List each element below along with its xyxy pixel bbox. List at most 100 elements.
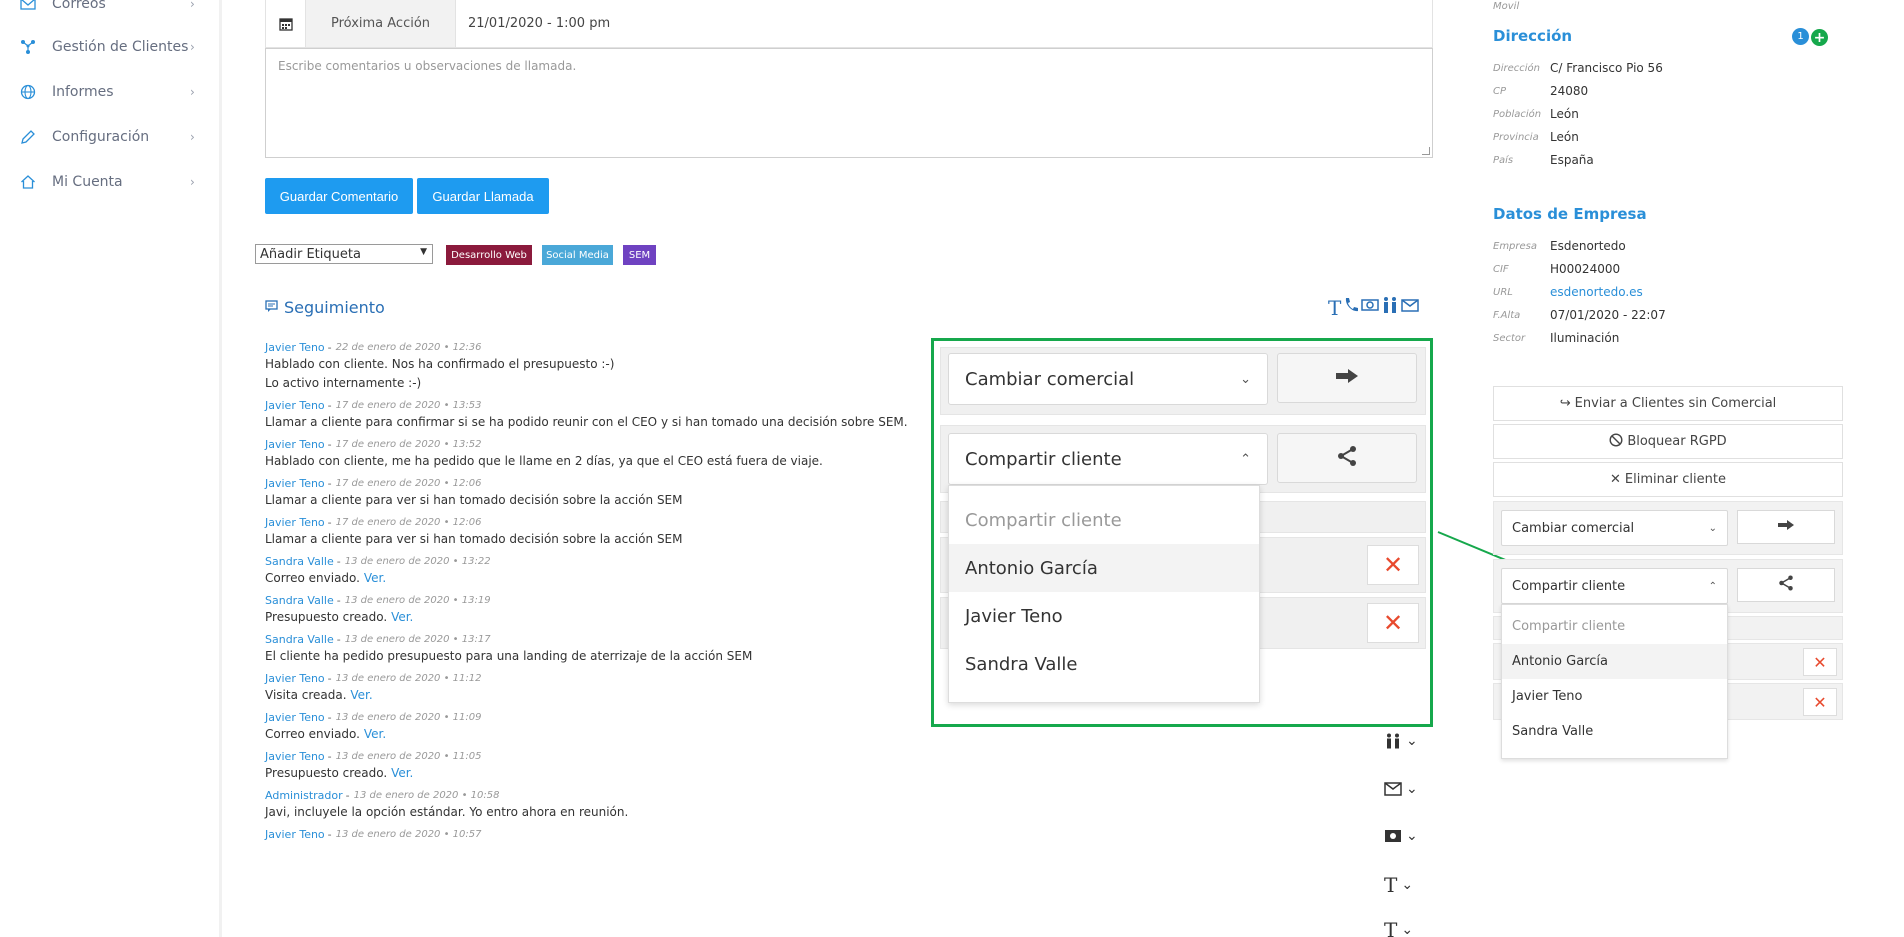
tag-social-media[interactable]: Social Media — [542, 245, 613, 265]
calendar-icon[interactable] — [266, 0, 306, 47]
entry-author[interactable]: Sandra Valle — [265, 594, 334, 607]
entry-author[interactable]: Javier Teno — [265, 711, 325, 724]
entry-visit-icon[interactable]: ⌄ — [1384, 733, 1418, 749]
entry-text-line: Hablado con cliente. Nos ha confirmado e… — [265, 357, 615, 371]
remove-shared-button[interactable]: ✕ — [1367, 603, 1419, 643]
remove-shared-button[interactable]: ✕ — [1803, 648, 1837, 676]
sidebar-item-label: Mi Cuenta — [52, 174, 123, 190]
resize-handle[interactable] — [1422, 147, 1430, 155]
remove-shared-button[interactable]: ✕ — [1803, 688, 1837, 716]
company-row: Empresa Esdenortedo — [1493, 237, 1626, 255]
people-icon[interactable] — [1381, 296, 1399, 320]
money-icon[interactable] — [1361, 296, 1380, 320]
add-tag-select-value: Añadir Etiqueta — [260, 246, 361, 262]
save-comment-button[interactable]: Guardar Comentario — [265, 178, 413, 214]
dropdown-option[interactable]: Antonio García — [949, 544, 1259, 592]
entry-author[interactable]: Sandra Valle — [265, 555, 334, 568]
block-rgpd-button[interactable]: Bloquear RGPD — [1493, 424, 1843, 459]
dropdown-option[interactable]: Compartir cliente — [949, 496, 1259, 544]
entry-author[interactable]: Javier Teno — [265, 477, 325, 490]
dropdown-option[interactable]: Sandra Valle — [1502, 714, 1727, 749]
share-client-select-value: Compartir cliente — [965, 448, 1122, 470]
entry-author[interactable]: Sandra Valle — [265, 633, 334, 646]
entry-author[interactable]: Javier Teno — [265, 750, 325, 763]
company-row: CIF H00024000 — [1493, 260, 1620, 278]
chevron-right-icon: › — [190, 0, 195, 11]
comment-textarea[interactable]: Escribe comentarios u observaciones de l… — [265, 48, 1433, 158]
entry-date: 13 de enero de 2020 • 10:58 — [353, 789, 500, 801]
share-client-submit-button[interactable] — [1737, 568, 1835, 602]
change-sales-select[interactable]: Cambiar comercial ⌄ — [1501, 510, 1728, 546]
entry-author[interactable]: Javier Teno — [265, 828, 325, 841]
entry-view-link[interactable]: Ver. — [391, 766, 413, 780]
entry-view-link[interactable]: Ver. — [364, 571, 386, 585]
entry-text-line: Presupuesto creado. — [265, 766, 388, 780]
share-client-select-value: Compartir cliente — [1512, 578, 1626, 594]
company-field-value[interactable]: esdenortedo.es — [1550, 285, 1643, 299]
sidebar-item-correos[interactable]: Correos › — [20, 0, 200, 16]
entry-author[interactable]: Javier Teno — [265, 341, 325, 354]
next-action-value[interactable]: 21/01/2020 - 1:00 pm — [456, 0, 1432, 47]
dropdown-option[interactable]: Compartir cliente — [1502, 609, 1727, 644]
entry-text-icon[interactable]: T ⌄ — [1384, 918, 1413, 937]
address-row: CP 24080 — [1493, 82, 1588, 100]
address-count-badge[interactable]: 1 — [1792, 28, 1809, 45]
mail-icon[interactable] — [1401, 296, 1420, 320]
share-client-submit-button[interactable] — [1277, 433, 1417, 483]
direccion-title: Dirección — [1493, 27, 1573, 45]
add-tag-select[interactable]: Añadir Etiqueta ▼ — [255, 244, 433, 264]
entry-mail-icon[interactable]: ⌄ — [1384, 781, 1418, 797]
entry-author[interactable]: Administrador — [265, 789, 343, 802]
change-sales-submit-button[interactable] — [1277, 353, 1417, 403]
sidebar-item-gestion-clientes[interactable]: Gestión de Clientes › — [20, 35, 200, 59]
entry-author[interactable]: Javier Teno — [265, 672, 325, 685]
share-client-select[interactable]: Compartir cliente ⌃ — [948, 433, 1268, 485]
entry-separator: - — [327, 340, 332, 354]
change-sales-select-value: Cambiar comercial — [965, 368, 1135, 390]
address-field-value: C/ Francisco Pio 56 — [1550, 61, 1663, 75]
dropdown-option[interactable]: Sandra Valle — [949, 640, 1259, 688]
chevron-down-icon: ⌄ — [1406, 828, 1418, 844]
entry-text-line: Llamar a cliente para ver si han tomado … — [265, 532, 683, 546]
remove-shared-button[interactable]: ✕ — [1367, 545, 1419, 585]
phone-icon[interactable] — [1343, 296, 1359, 320]
dropdown-option[interactable]: Javier Teno — [1502, 679, 1727, 714]
entry-author[interactable]: Javier Teno — [265, 516, 325, 529]
change-sales-submit-button[interactable] — [1737, 510, 1835, 544]
sidebar-item-mi-cuenta[interactable]: Mi Cuenta › — [20, 170, 200, 194]
dropdown-option[interactable]: Javier Teno — [949, 592, 1259, 640]
entry-text: Presupuesto creado. Ver. — [265, 764, 1165, 783]
tag-sem[interactable]: SEM — [623, 245, 656, 265]
send-to-unassigned-button[interactable]: ↪ Enviar a Clientes sin Comercial — [1493, 386, 1843, 421]
entry-date: 13 de enero de 2020 • 13:22 — [344, 555, 491, 567]
address-field-label: Dirección — [1493, 62, 1540, 74]
tag-desarrollo-web[interactable]: Desarrollo Web — [446, 245, 532, 265]
seguimiento-title-text: Seguimiento — [284, 298, 385, 317]
save-call-button[interactable]: Guardar Llamada — [417, 178, 549, 214]
chevron-right-icon: › — [190, 130, 195, 144]
entry-text-line: Hablado con cliente, me ha pedido que le… — [265, 454, 823, 468]
change-sales-select[interactable]: Cambiar comercial ⌄ — [948, 353, 1268, 405]
caret-down-icon: ▼ — [420, 247, 427, 257]
text-icon[interactable]: T — [1328, 296, 1341, 320]
entry-view-link[interactable]: Ver. — [391, 610, 413, 624]
chevron-down-icon: ⌄ — [1708, 522, 1717, 534]
dropdown-option[interactable]: Antonio García — [1502, 644, 1727, 679]
add-address-icon[interactable]: + — [1811, 29, 1828, 46]
delete-client-button[interactable]: ✕ Eliminar cliente — [1493, 462, 1843, 497]
sidebar-item-informes[interactable]: Informes › — [20, 80, 200, 104]
entry-text-icon[interactable]: T ⌄ — [1384, 873, 1413, 897]
sidebar-item-configuracion[interactable]: Configuración › — [20, 125, 200, 149]
entry-author[interactable]: Javier Teno — [265, 438, 325, 451]
followup-entry: Javier Teno -13 de enero de 2020 • 11:05 P… — [265, 748, 1165, 787]
entry-view-link[interactable]: Ver. — [364, 727, 386, 741]
entry-author[interactable]: Javier Teno — [265, 399, 325, 412]
entry-view-link[interactable]: Ver. — [350, 688, 372, 702]
entry-money-icon[interactable]: ⌄ — [1384, 828, 1418, 844]
entry-text-line: Llamar a cliente para ver si han tomado … — [265, 493, 683, 507]
entry-date: 17 de enero de 2020 • 12:06 — [335, 477, 482, 489]
next-action-row: Próxima Acción 21/01/2020 - 1:00 pm — [265, 0, 1433, 48]
entry-text-line: Javi, incluyele la opción estándar. Yo e… — [265, 805, 629, 819]
share-client-select[interactable]: Compartir cliente ⌃ — [1501, 568, 1728, 604]
company-row: Sector Iluminación — [1493, 329, 1619, 347]
